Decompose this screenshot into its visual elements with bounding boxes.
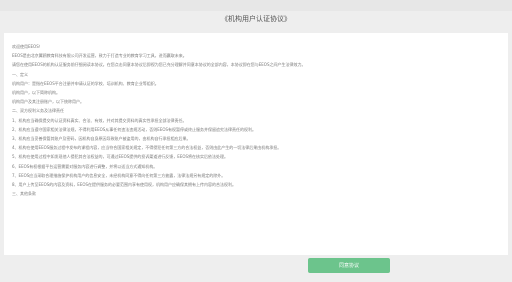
agreement-line: 机构用户及其注册账户，以下统称用户。 bbox=[12, 99, 84, 105]
agreement-line: 5、机构在使用过程中如发现他人侵犯其合法权益的，可通过EEOS提供的投诉渠道进行… bbox=[12, 154, 229, 160]
page-title: 《机构用户认证协议》 bbox=[221, 15, 291, 23]
agreement-text: 欢迎使用EEOS！ EEOS是由北京翼鸥教育科技有限公司开发运营，致力于打造专业… bbox=[12, 42, 502, 198]
agreement-panel[interactable]: 欢迎使用EEOS！ EEOS是由北京翼鸥教育科技有限公司开发运营，致力于打造专业… bbox=[4, 33, 508, 255]
agreement-line: 8、用户上传至EEOS的内容及资料，EEOS在提供服务的必要范围内享有使用权，机… bbox=[12, 182, 237, 188]
agreement-line: 机构用户，以下简称机构。 bbox=[12, 90, 60, 96]
top-bar bbox=[0, 0, 512, 11]
agreement-line: EEOS是由北京翼鸥教育科技有限公司开发运营，致力于打造专业的教育学习工具，进而… bbox=[12, 53, 187, 59]
agreement-line: 1、机构应当确保提交的认证资料真实、合法、有效，并对其提交资料的真实性承担全部法… bbox=[12, 117, 187, 123]
section-heading: 三、其他条款 bbox=[12, 191, 36, 197]
agreement-line: 欢迎使用EEOS！ bbox=[12, 44, 43, 49]
agreement-line: 3、机构应当妥善保管其账户及密码，因机构自身原因导致账户被盗用的，由机构自行承担… bbox=[12, 136, 191, 142]
agreement-line: 2、机构应当遵守国家相关法律法规，不得利用EEOS从事任何违法违规活动，否则EE… bbox=[12, 126, 257, 132]
section-heading: 二、双方权利义务及法律责任 bbox=[12, 108, 64, 114]
agreement-line: 请您在使用EEOS的机构认证服务前仔细阅读本协议。在您点击同意本协议后即视为您已… bbox=[12, 62, 306, 68]
agreement-line: 4、机构在使用EEOS服务过程中发布的课程内容，应当符合国家相关规定，不得侵犯任… bbox=[12, 145, 282, 151]
agreement-line: 机构用户：是指在EEOS平台注册并申请认证的学校、培训机构、教育企业等组织。 bbox=[12, 80, 159, 86]
scroll-fade bbox=[4, 241, 508, 255]
agreement-line: 7、EEOS应当采取合理措施保护机构用户的信息安全，未经机构同意不得向任何第三方… bbox=[12, 172, 226, 178]
agree-button[interactable]: 同意协议 bbox=[308, 258, 390, 273]
section-heading: 一、定义 bbox=[12, 71, 28, 77]
agreement-line: 6、EEOS有权根据平台运营需要对服务内容进行调整，并将以适当方式通知机构。 bbox=[12, 163, 158, 169]
